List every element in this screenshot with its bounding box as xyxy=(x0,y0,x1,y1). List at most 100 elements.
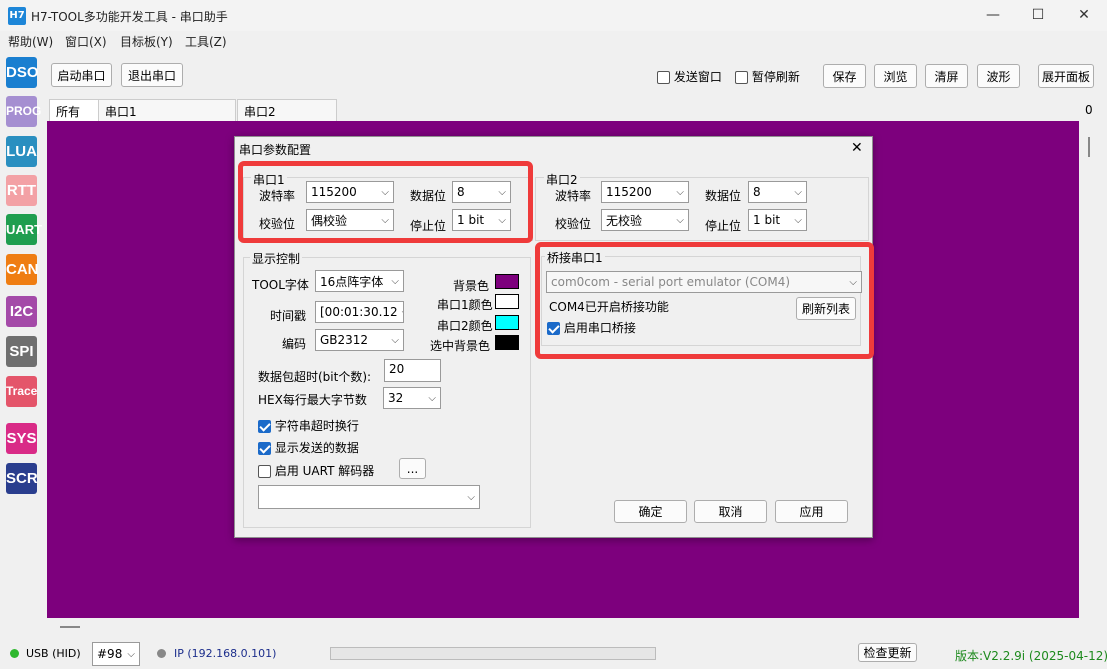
wrap-timeout-checkbox[interactable]: 字符串超时换行 xyxy=(258,417,359,434)
bg-color-swatch[interactable] xyxy=(495,274,519,289)
wrap-timeout-label: 字符串超时换行 xyxy=(274,419,359,433)
port2-data-label: 数据位 xyxy=(705,189,742,203)
highlight-bridge xyxy=(535,242,874,359)
timeout-input[interactable]: 20 xyxy=(384,359,441,382)
open-port-button[interactable]: 启动串口 xyxy=(51,63,112,87)
port2-baud-label: 波特率 xyxy=(555,189,592,203)
uart-decoder-checkbox[interactable]: 启用 UART 解码器 xyxy=(258,462,374,479)
apply-button[interactable]: 应用 xyxy=(775,500,848,523)
pause-refresh-label: 暂停刷新 xyxy=(751,70,800,84)
expand-panel-button[interactable]: 展开面板 xyxy=(1038,64,1094,88)
bg-color-label: 背景色 xyxy=(453,279,490,293)
uart-decoder-label: 启用 UART 解码器 xyxy=(274,464,375,478)
checkbox-box[interactable] xyxy=(657,71,670,84)
tab-counter: 0 xyxy=(1085,103,1093,117)
vertical-scrollbar[interactable] xyxy=(1079,121,1097,618)
port1-color-swatch[interactable] xyxy=(495,294,519,309)
send-window-label: 发送窗口 xyxy=(673,70,722,84)
port2-data-select[interactable]: 8 ⌵ xyxy=(748,181,807,203)
menu-tools[interactable]: 工具(Z) xyxy=(185,33,227,50)
encoding-select[interactable]: GB2312 ⌵ xyxy=(315,329,404,351)
timeout-label: 数据包超时(bit个数): xyxy=(258,370,372,384)
port1-color-label: 串口1颜色 xyxy=(437,298,493,312)
app-icon: H7 xyxy=(8,7,26,25)
chevron-down-icon: ⌵ xyxy=(676,186,684,198)
save-button[interactable]: 保存 xyxy=(823,64,866,88)
sidebar-scr[interactable]: SCR xyxy=(6,463,38,494)
menu-window[interactable]: 窗口(X) xyxy=(65,33,107,50)
selected-bg-swatch[interactable] xyxy=(495,335,519,350)
version-text: 版本:V2.2.9i (2025-04-12) xyxy=(955,649,1107,663)
cancel-button[interactable]: 取消 xyxy=(694,500,767,523)
clear-screen-button[interactable]: 清屏 xyxy=(925,64,968,88)
sidebar-sys[interactable]: SYS xyxy=(6,423,37,454)
checkbox-box[interactable] xyxy=(258,420,271,433)
close-button[interactable]: ✕ xyxy=(1061,0,1107,31)
device-select[interactable]: #98 ⌵ xyxy=(92,642,140,666)
pause-refresh-checkbox[interactable]: 暂停刷新 xyxy=(735,68,800,85)
port2-stop-select[interactable]: 1 bit ⌵ xyxy=(748,209,807,231)
port2-baud-select[interactable]: 115200 ⌵ xyxy=(601,181,689,203)
maximize-button[interactable]: ☐ xyxy=(1015,0,1061,31)
checkbox-box[interactable] xyxy=(735,71,748,84)
tab-port1[interactable]: 串口1【485/232/TTL】 xyxy=(98,99,236,136)
serial-config-dialog: 串口参数配置 ✕ 串口1 波特率 115200 ⌵ 数据位 8 ⌵ 校验位 偶校验 ⌵… xyxy=(234,136,874,538)
horizontal-scrollbar[interactable] xyxy=(47,618,1079,632)
selected-bg-label: 选中背景色 xyxy=(430,339,491,353)
send-window-checkbox[interactable]: 发送窗口 xyxy=(657,68,722,85)
select-value: 1 bit xyxy=(753,213,781,227)
ok-button[interactable]: 确定 xyxy=(614,500,687,523)
chevron-down-icon: ⌵ xyxy=(428,392,436,404)
chevron-down-icon: ⌵ xyxy=(402,307,403,318)
dialog-title: 串口参数配置 xyxy=(239,143,312,157)
checkbox-box[interactable] xyxy=(258,465,271,478)
waveform-button[interactable]: 波形 xyxy=(977,64,1020,88)
select-value: #98 xyxy=(97,647,123,661)
sidebar-can[interactable]: CAN xyxy=(6,254,39,285)
sidebar-spi[interactable]: SPI xyxy=(6,336,37,367)
checkbox-box[interactable] xyxy=(258,442,271,455)
chevron-down-icon: ⌵ xyxy=(794,214,802,226)
menu-help[interactable]: 帮助(W) xyxy=(8,33,53,50)
sidebar-i2c[interactable]: I2C xyxy=(6,296,37,327)
decoder-select[interactable]: ⌵ xyxy=(258,485,480,509)
chevron-down-icon: ⌵ xyxy=(794,186,802,198)
hex-bytes-label: HEX每行最大字节数 xyxy=(258,393,367,407)
highlight-port1 xyxy=(238,161,533,243)
port2-color-label: 串口2颜色 xyxy=(437,319,493,333)
exit-port-button[interactable]: 退出串口 xyxy=(121,63,183,87)
font-label: TOOL字体 xyxy=(252,278,309,292)
select-value: 无校验 xyxy=(606,213,643,228)
sidebar-trace[interactable]: Trace xyxy=(6,376,37,407)
encoding-label: 编码 xyxy=(282,337,307,351)
sidebar-uart[interactable]: UART xyxy=(6,214,42,245)
browse-button[interactable]: 浏览 xyxy=(874,64,917,88)
ip-status: IP (192.168.0.101) xyxy=(174,647,277,660)
window-title: H7-TOOL多功能开发工具 - 串口助手 xyxy=(31,10,228,24)
usb-status-icon xyxy=(10,649,19,658)
port2-color-swatch[interactable] xyxy=(495,315,519,330)
select-value: 16点阵字体 xyxy=(320,274,384,289)
check-update-button[interactable]: 检查更新 xyxy=(858,643,917,662)
chevron-down-icon: ⌵ xyxy=(391,275,399,287)
timestamp-select[interactable]: [00:01:30.12 ⌵ xyxy=(315,301,404,323)
sidebar-prog[interactable]: PROG xyxy=(6,96,41,127)
font-select[interactable]: 16点阵字体 ⌵ xyxy=(315,270,404,292)
select-value: [00:01:30.12 xyxy=(320,305,398,319)
port2-parity-select[interactable]: 无校验 ⌵ xyxy=(601,209,689,231)
hex-bytes-select[interactable]: 32 ⌵ xyxy=(383,387,441,409)
tab-all[interactable]: 所有 xyxy=(49,99,99,121)
sidebar-lua[interactable]: LUA xyxy=(6,136,37,167)
dialog-close-icon[interactable]: ✕ xyxy=(851,140,863,156)
minimize-button[interactable]: — xyxy=(970,0,1016,31)
tab-port2[interactable]: 串口2【D0/D1】 xyxy=(237,99,337,136)
progress-bar xyxy=(330,647,656,660)
sidebar-rtt[interactable]: RTT xyxy=(6,175,37,206)
decoder-options-button[interactable]: ... xyxy=(399,458,426,479)
menu-target-board[interactable]: 目标板(Y) xyxy=(120,33,173,50)
usb-status: USB (HID) xyxy=(26,647,81,660)
port2-stop-label: 停止位 xyxy=(705,219,742,233)
sidebar-dso[interactable]: DSO xyxy=(6,57,39,88)
select-value: GB2312 xyxy=(320,333,369,347)
show-sent-checkbox[interactable]: 显示发送的数据 xyxy=(258,439,359,456)
